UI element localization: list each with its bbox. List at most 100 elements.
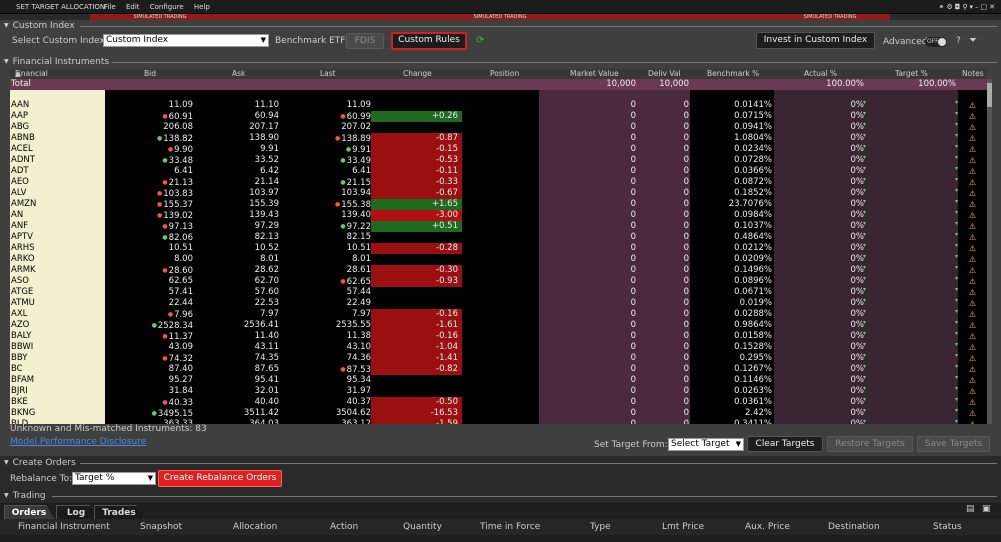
warning-icon[interactable]: ⚠ xyxy=(958,254,987,265)
table-row[interactable]: ARHS 10.51 10.52 10.51 -0.28 0 0 0.0212% 0% ▾ ▾ ⚠ xyxy=(10,242,987,254)
grid-scrollbar[interactable] xyxy=(987,79,992,424)
table-row[interactable]: AZO ●2528.34 2536.41 2535.55 -1.61 0 0 0.9864% 0… xyxy=(10,319,987,331)
menu-edit[interactable]: Edit xyxy=(126,3,140,11)
tab-log[interactable]: Log xyxy=(56,505,96,519)
col-destination[interactable]: Destination xyxy=(828,519,880,535)
cell-target[interactable]: ▾ xyxy=(866,121,958,133)
warning-icon[interactable]: ⚠ xyxy=(958,331,987,342)
instruments-grid[interactable]: AAN 11.09 11.10 11.09 0 0 0.0141% 0% ▾ ▾ ⚠ AAP ●60.9… xyxy=(10,90,987,424)
table-row[interactable] xyxy=(10,90,987,100)
warning-icon[interactable]: ⚠ xyxy=(958,397,987,408)
collapse-triangle-icon[interactable]: ▼ xyxy=(4,58,9,65)
col-status[interactable]: Status xyxy=(933,519,962,535)
warning-icon[interactable]: ⚠ xyxy=(958,298,987,309)
cell-target[interactable]: ▾ xyxy=(866,231,958,243)
save-targets-button[interactable]: Save Targets xyxy=(917,436,990,452)
trading-header[interactable]: ▼ Trading xyxy=(0,491,1001,501)
warning-icon[interactable]: ⚠ xyxy=(958,353,987,364)
menu-help[interactable]: Help xyxy=(194,3,210,11)
col-actual[interactable]: Actual % xyxy=(804,69,837,79)
warning-icon[interactable]: ⚠ xyxy=(958,309,987,320)
cell-target[interactable]: ▾ xyxy=(866,154,958,166)
cell-target[interactable]: ▾ xyxy=(866,330,958,342)
col-order-financial-instrument[interactable]: Financial Instrument xyxy=(18,519,110,535)
col-last[interactable]: Last xyxy=(320,69,336,79)
cell-target[interactable]: ▾ xyxy=(866,209,958,221)
warning-icon[interactable]: ⚠ xyxy=(958,265,987,276)
warning-icon[interactable]: ⚠ xyxy=(958,419,987,424)
warning-icon[interactable]: ⚠ xyxy=(958,287,987,298)
custom-index-header[interactable]: ▼ Custom Index xyxy=(0,21,1001,31)
table-row[interactable]: AAP ●60.91 60.94 ●60.99 +0.26 0 0 0.0715% 0% ▾ ▾ ⚠ xyxy=(10,110,987,122)
refresh-icon[interactable]: ⟳ xyxy=(476,35,484,46)
help-icon[interactable]: ? xyxy=(956,36,961,46)
cell-target[interactable]: ▾ xyxy=(866,264,958,276)
tab-trades[interactable]: Trades xyxy=(94,505,144,519)
warning-icon[interactable]: ⚠ xyxy=(958,375,987,386)
print-icon[interactable]: ▤ xyxy=(966,504,975,514)
warning-icon[interactable]: ⚠ xyxy=(958,210,987,221)
col-market-value[interactable]: Market Value xyxy=(570,69,619,79)
cell-target[interactable]: ▾ xyxy=(866,198,958,210)
collapse-triangle-icon[interactable]: ▼ xyxy=(4,492,9,499)
table-row[interactable]: ACEL ●9.90 9.91 ●9.91 -0.15 0 0 0.0234% 0% ▾ ▾ ⚠ xyxy=(10,143,987,155)
scrollbar-thumb[interactable] xyxy=(987,83,992,107)
table-row[interactable]: AMZN ●155.37 155.39 ●155.38 +1.65 0 0 23.7076% 0… xyxy=(10,198,987,210)
tab-orders[interactable]: Orders xyxy=(4,505,54,519)
cell-target[interactable]: ▾ xyxy=(866,396,958,408)
collapse-triangle-icon[interactable]: ▼ xyxy=(4,22,9,29)
cell-target[interactable]: ▾ xyxy=(866,341,958,353)
col-time-in-force[interactable]: Time in Force xyxy=(480,519,540,535)
expand-icon[interactable]: ▣ xyxy=(982,504,991,514)
cell-target[interactable]: ▾ xyxy=(866,132,958,144)
col-position[interactable]: Position xyxy=(490,69,519,79)
warning-icon[interactable]: ⚠ xyxy=(958,100,987,111)
cell-target[interactable]: ▾ xyxy=(866,352,958,364)
cell-target[interactable]: ▾ xyxy=(866,143,958,155)
col-change[interactable]: Change xyxy=(403,69,432,79)
warning-icon[interactable]: ⚠ xyxy=(958,276,987,287)
custom-index-select[interactable]: Custom Index ▼ xyxy=(103,34,269,47)
col-type[interactable]: Type xyxy=(590,519,611,535)
col-target[interactable]: Target % xyxy=(895,69,928,79)
cell-target[interactable]: ▾ xyxy=(866,99,958,111)
warning-icon[interactable]: ⚠ xyxy=(958,386,987,397)
col-aux-price[interactable]: Aux. Price xyxy=(745,519,790,535)
warning-icon[interactable]: ⚠ xyxy=(958,243,987,254)
clear-targets-button[interactable]: Clear Targets xyxy=(747,436,823,452)
maximize-icon[interactable]: □ xyxy=(981,3,990,11)
cell-target[interactable]: ▾ xyxy=(866,176,958,188)
cell-target[interactable]: ▾ xyxy=(866,308,958,320)
warning-icon[interactable]: ⚠ xyxy=(958,133,987,144)
table-row[interactable]: AXL ●7.96 7.97 7.97 -0.16 0 0 0.0288% 0% ▾ ▾ ⚠ xyxy=(10,308,987,320)
warning-icon[interactable]: ⚠ xyxy=(958,342,987,353)
gear-icon[interactable]: ⚙ xyxy=(947,3,955,11)
cell-target[interactable]: ▾ xyxy=(866,374,958,386)
table-row[interactable]: BC 87.40 87.65 ●87.53 -0.82 0 0 0.1267% 0% ▾ ▾ ⚠ xyxy=(10,363,987,375)
table-row[interactable]: BBY ●74.32 74.35 74.36 -1.41 0 0 0.295% 0% ▾ ▾ ⚠ xyxy=(10,352,987,364)
col-ask[interactable]: Ask xyxy=(232,69,245,79)
cell-target[interactable]: ▾ xyxy=(866,363,958,375)
filter-icon[interactable]: ⏷ xyxy=(969,35,977,46)
model-performance-disclosure-link[interactable]: Model Performance Disclosure xyxy=(10,435,146,449)
benchmark-etf-button[interactable]: FDIS xyxy=(346,33,384,49)
warning-icon[interactable]: ⚠ xyxy=(958,122,987,133)
cell-target[interactable]: ▾ xyxy=(866,418,958,424)
table-row[interactable]: ASO 62.65 62.70 ●62.65 -0.93 0 0 0.0896% 0% ▾ ▾ ⚠ xyxy=(10,275,987,287)
table-row[interactable]: ALV ●103.83 103.97 103.94 -0.67 0 0 0.1852% 0% ▾ ▾… xyxy=(10,187,987,199)
warning-icon[interactable]: ⚠ xyxy=(958,232,987,243)
rebalance-to-select[interactable]: Target % ▼ xyxy=(72,472,156,485)
warning-icon[interactable]: ⚠ xyxy=(958,221,987,232)
warning-icon[interactable]: ⚠ xyxy=(958,408,987,419)
cell-target[interactable]: ▾ xyxy=(866,297,958,309)
cell-target[interactable]: ▾ xyxy=(866,253,958,265)
warning-icon[interactable]: ⚠ xyxy=(958,199,987,210)
table-row[interactable]: ADT 6.41 6.42 6.41 -0.11 0 0 0.0366% 0% ▾ ▾ ⚠ xyxy=(10,165,987,177)
table-row[interactable]: ATMU 22.44 22.53 22.49 0 0 0.019% 0% ▾ ▾ ⚠ xyxy=(10,297,987,309)
col-lmt-price[interactable]: Lmt Price xyxy=(662,519,704,535)
table-row[interactable]: AEO ●21.13 21.14 ●21.15 -0.33 0 0 0.0872% 0% ▾ ▾ ⚠ xyxy=(10,176,987,188)
warning-icon[interactable]: ⚠ xyxy=(958,111,987,122)
cell-target[interactable]: ▾ xyxy=(866,286,958,298)
table-row[interactable]: ARMK ●28.60 28.62 28.61 -0.30 0 0 0.1496% 0% ▾ ▾ ⚠ xyxy=(10,264,987,276)
custom-rules-button[interactable]: Custom Rules xyxy=(391,32,467,50)
